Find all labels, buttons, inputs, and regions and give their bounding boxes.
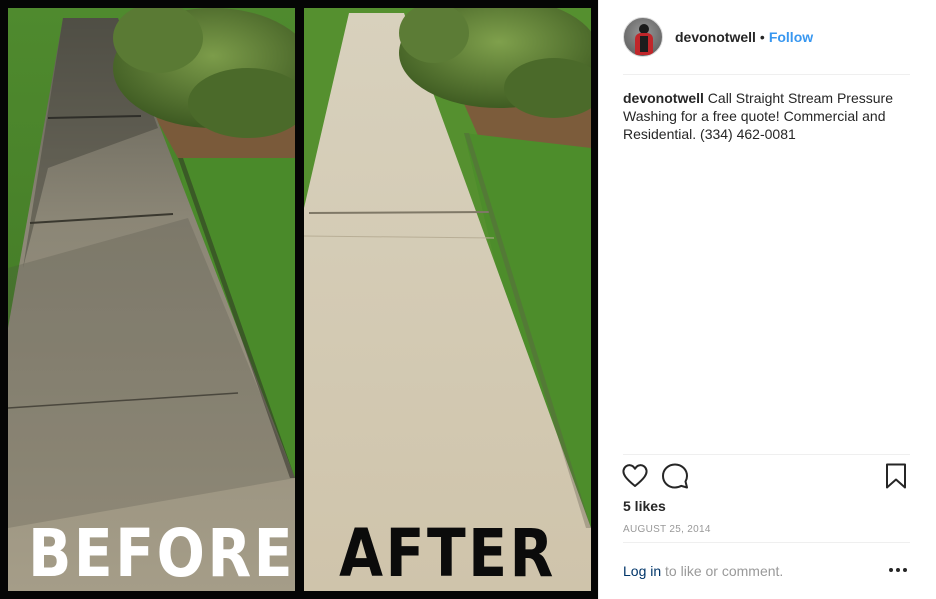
- save-button[interactable]: [882, 462, 910, 490]
- bookmark-icon: [886, 463, 906, 489]
- caption-username-link[interactable]: devonotwell: [623, 90, 704, 106]
- before-photo-art: [8, 8, 295, 591]
- login-prompt-text: to like or comment.: [661, 563, 784, 579]
- comment-icon: [662, 463, 688, 489]
- post-header: devonotwell • Follow: [623, 16, 910, 58]
- avatar[interactable]: [623, 17, 663, 57]
- after-photo: AFTER: [304, 8, 591, 591]
- username-link[interactable]: devonotwell: [675, 29, 756, 45]
- caption-comment: devonotwell Call Straight Stream Pressur…: [623, 89, 910, 143]
- action-bar: [621, 462, 912, 492]
- separator-dot: •: [759, 29, 765, 45]
- post: BEFORE AFTER devonotwell • Follow devono…: [0, 0, 936, 599]
- after-photo-art: [304, 8, 591, 591]
- like-button[interactable]: [621, 462, 649, 490]
- divider: [623, 74, 910, 75]
- after-label: AFTER: [339, 515, 556, 591]
- divider: [623, 454, 910, 455]
- post-date[interactable]: AUGUST 25, 2014: [623, 524, 711, 535]
- more-options-button[interactable]: [886, 556, 910, 584]
- divider: [623, 542, 910, 543]
- login-prompt: Log in to like or comment.: [623, 563, 910, 579]
- likes-count[interactable]: 5 likes: [623, 498, 666, 514]
- post-image[interactable]: BEFORE AFTER: [0, 0, 598, 599]
- more-options-icon: [889, 568, 907, 572]
- login-link[interactable]: Log in: [623, 563, 661, 579]
- post-sidebar: devonotwell • Follow devonotwell Call St…: [598, 0, 936, 599]
- heart-icon: [622, 464, 648, 487]
- before-label: BEFORE: [28, 515, 295, 591]
- follow-button[interactable]: Follow: [769, 29, 813, 45]
- avatar-figure-body: [635, 33, 653, 55]
- comment-button[interactable]: [661, 462, 689, 490]
- before-photo: BEFORE: [8, 8, 295, 591]
